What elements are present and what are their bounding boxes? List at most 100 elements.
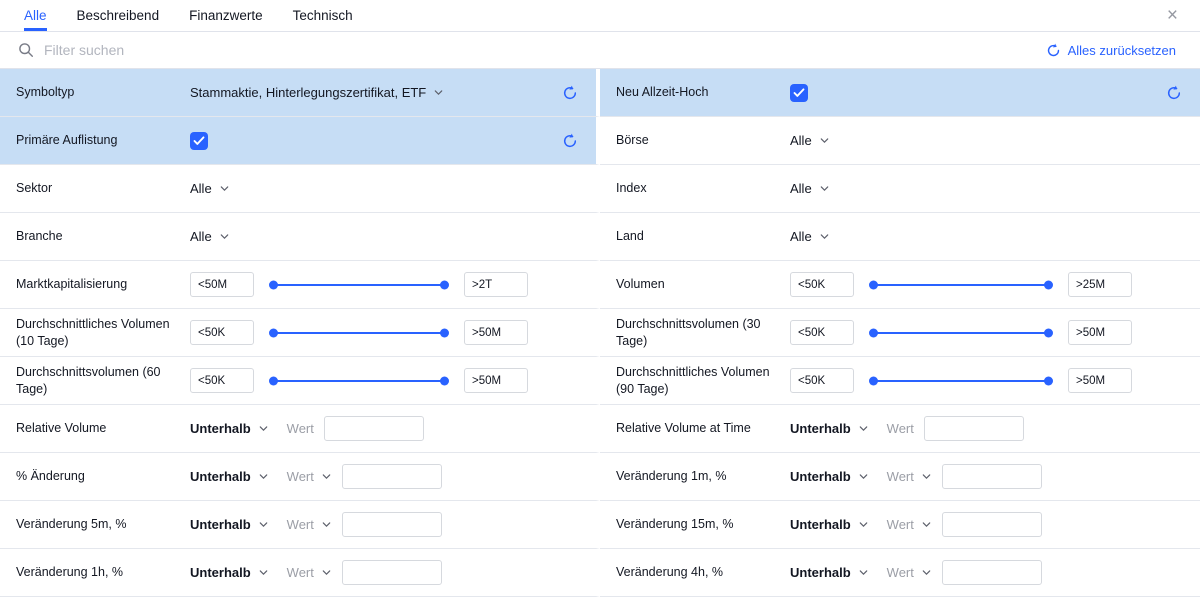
filter-checkbox[interactable]	[190, 132, 208, 150]
operator-select[interactable]: Unterhalb	[190, 469, 269, 484]
range-min-input[interactable]	[190, 368, 254, 393]
slider-handle-right[interactable]	[1044, 376, 1053, 385]
range-min-input[interactable]	[190, 320, 254, 345]
operator-value: Unterhalb	[190, 517, 251, 532]
operator-value: Unterhalb	[190, 469, 251, 484]
slider-handle-right[interactable]	[440, 280, 449, 289]
value-mode-select[interactable]: Wert	[287, 517, 332, 532]
range-slider[interactable]	[270, 284, 448, 286]
range-slider[interactable]	[270, 332, 448, 334]
filter-label: Veränderung 5m, %	[16, 516, 190, 532]
filter-row: Veränderung 15m, % Unterhalb Wert	[600, 501, 1200, 549]
value-mode-select[interactable]: Wert	[887, 565, 932, 580]
search-input[interactable]	[44, 42, 1036, 58]
chevron-down-icon	[858, 423, 869, 434]
filter-value-select[interactable]: Alle	[190, 229, 230, 244]
range-max-input[interactable]	[1068, 368, 1132, 393]
chevron-down-icon	[258, 567, 269, 578]
range-min-input[interactable]	[790, 320, 854, 345]
value-input[interactable]	[342, 464, 442, 489]
range-slider[interactable]	[870, 332, 1052, 334]
tab-alle[interactable]: Alle	[24, 0, 47, 31]
chevron-down-icon	[321, 519, 332, 530]
filter-search-bar: Alles zurücksetzen	[0, 32, 1200, 69]
value-input[interactable]	[942, 560, 1042, 585]
filter-row: Relative Volume at Time Unterhalb Wert	[600, 405, 1200, 453]
slider-handle-right[interactable]	[1044, 328, 1053, 337]
value-input[interactable]	[342, 560, 442, 585]
filter-label: Veränderung 15m, %	[616, 516, 790, 532]
value-mode-select[interactable]: Wert	[287, 565, 332, 580]
value-input[interactable]	[942, 512, 1042, 537]
slider-handle-left[interactable]	[269, 376, 278, 385]
range-max-input[interactable]	[464, 272, 528, 297]
filter-value-select[interactable]: Stammaktie, Hinterlegungszertifikat, ETF	[190, 85, 444, 100]
value-mode-select[interactable]: Wert	[887, 517, 932, 532]
filter-label: Marktkapitalisierung	[16, 276, 190, 292]
reset-all-label: Alles zurücksetzen	[1068, 43, 1176, 58]
value-input[interactable]	[942, 464, 1042, 489]
reset-filter-button[interactable]	[1164, 83, 1184, 103]
range-max-input[interactable]	[464, 368, 528, 393]
slider-handle-right[interactable]	[1044, 280, 1053, 289]
reset-filter-button[interactable]	[560, 83, 580, 103]
close-icon[interactable]: ×	[1163, 4, 1182, 27]
tab-finanzwerte[interactable]: Finanzwerte	[189, 0, 263, 31]
selected-value: Stammaktie, Hinterlegungszertifikat, ETF	[190, 85, 426, 100]
slider-handle-left[interactable]	[269, 328, 278, 337]
filter-label: Relative Volume at Time	[616, 420, 790, 436]
filter-checkbox[interactable]	[790, 84, 808, 102]
value-input[interactable]	[924, 416, 1024, 441]
filter-row: Veränderung 5m, % Unterhalb Wert	[0, 501, 600, 549]
range-max-input[interactable]	[464, 320, 528, 345]
filter-value-select[interactable]: Alle	[190, 181, 230, 196]
chevron-down-icon	[321, 567, 332, 578]
tab-technisch[interactable]: Technisch	[293, 0, 353, 31]
slider-handle-left[interactable]	[869, 328, 878, 337]
range-min-input[interactable]	[790, 368, 854, 393]
filter-value-select[interactable]: Alle	[790, 229, 830, 244]
reset-all-icon	[1046, 43, 1061, 58]
reset-filter-button[interactable]	[560, 131, 580, 151]
operator-select[interactable]: Unterhalb	[790, 565, 869, 580]
value-mode-select[interactable]: Wert	[287, 469, 332, 484]
filter-label: Neu Allzeit-Hoch	[616, 84, 790, 100]
tab-beschreibend[interactable]: Beschreibend	[77, 0, 160, 31]
operator-value: Unterhalb	[790, 469, 851, 484]
slider-handle-left[interactable]	[869, 280, 878, 289]
range-min-input[interactable]	[190, 272, 254, 297]
tab-bar: Alle Beschreibend Finanzwerte Technisch	[24, 0, 353, 31]
chevron-down-icon	[258, 471, 269, 482]
operator-select[interactable]: Unterhalb	[190, 565, 269, 580]
range-slider[interactable]	[870, 380, 1052, 382]
value-label-text: Wert	[887, 421, 914, 436]
operator-select[interactable]: Unterhalb	[190, 517, 269, 532]
filter-row: Börse Alle	[600, 117, 1200, 165]
range-min-input[interactable]	[790, 272, 854, 297]
slider-handle-right[interactable]	[440, 376, 449, 385]
value-mode-select[interactable]: Wert	[887, 469, 932, 484]
range-max-input[interactable]	[1068, 320, 1132, 345]
operator-select[interactable]: Unterhalb	[790, 517, 869, 532]
range-max-input[interactable]	[1068, 272, 1132, 297]
range-slider[interactable]	[870, 284, 1052, 286]
filter-row: Primäre Auflistung	[0, 117, 600, 165]
value-input[interactable]	[324, 416, 424, 441]
operator-select[interactable]: Unterhalb	[790, 421, 869, 436]
filter-dialog-header: Alle Beschreibend Finanzwerte Technisch …	[0, 0, 1200, 32]
slider-handle-left[interactable]	[869, 376, 878, 385]
operator-select[interactable]: Unterhalb	[790, 469, 869, 484]
filter-value-select[interactable]: Alle	[790, 133, 830, 148]
operator-value: Unterhalb	[190, 565, 251, 580]
selected-value: Alle	[790, 229, 812, 244]
slider-handle-left[interactable]	[269, 280, 278, 289]
filter-value-select[interactable]: Alle	[790, 181, 830, 196]
filter-label: Durchschnittliches Volumen (10 Tage)	[16, 316, 190, 349]
filter-label: Volumen	[616, 276, 790, 292]
reset-all-button[interactable]: Alles zurücksetzen	[1046, 43, 1176, 58]
operator-select[interactable]: Unterhalb	[190, 421, 269, 436]
value-input[interactable]	[342, 512, 442, 537]
range-slider[interactable]	[270, 380, 448, 382]
slider-handle-right[interactable]	[440, 328, 449, 337]
value-label-text: Wert	[287, 517, 314, 532]
